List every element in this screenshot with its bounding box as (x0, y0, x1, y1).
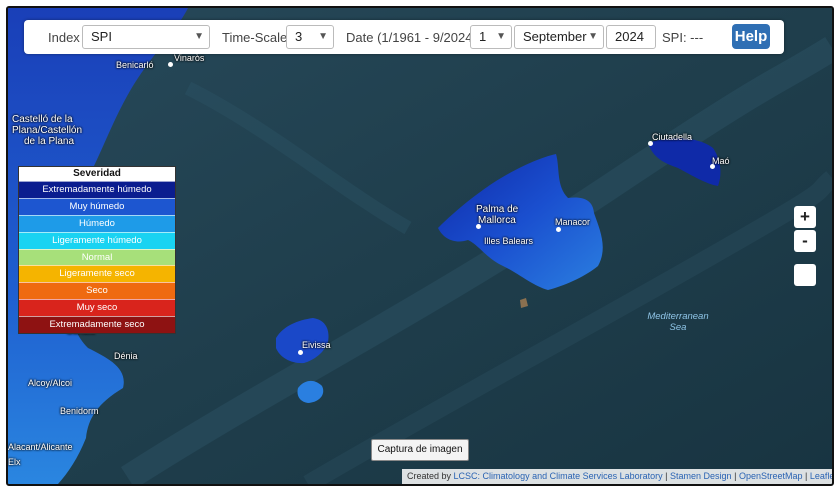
chevron-down-icon: ▼ (318, 31, 328, 42)
attribution-prefix: Created by (407, 471, 452, 481)
attribution-link-osm[interactable]: OpenStreetMap (739, 471, 803, 481)
legend-item: Ligeramente seco (19, 265, 175, 283)
legend-rows: Extremadamente húmedo Muy húmedo Húmedo Lig… (19, 181, 175, 334)
city-marker (710, 164, 715, 169)
legend-item: Ligeramente húmedo (19, 231, 175, 249)
place-label-alcoy: Alcoy/Alcoi (28, 378, 73, 388)
attribution-bar: Created by LCSC: Climatology and Climate… (402, 469, 832, 484)
legend-item: Extremadamente húmedo (19, 181, 175, 198)
attribution-link-lcsc[interactable]: LCSC: Climatology and Climate Services L… (454, 471, 663, 481)
place-label-denia: Dénia (114, 351, 138, 361)
zoom-in-button[interactable]: + (794, 206, 816, 228)
legend-item: Muy húmedo (19, 197, 175, 215)
index-label: Index (48, 30, 80, 45)
timescale-select[interactable]: 3 ▼ (286, 25, 334, 49)
city-marker (556, 227, 561, 232)
year-input[interactable]: 2024 (606, 25, 656, 49)
help-button[interactable]: Help (732, 24, 770, 49)
date-label: Date (1/1961 - 9/2024) (346, 30, 477, 45)
month-select[interactable]: September ▼ (514, 25, 604, 49)
city-marker (298, 350, 303, 355)
capture-image-button[interactable]: Captura de imagen (371, 439, 469, 461)
place-label-castello-1: Castelló de la (12, 114, 73, 125)
spi-readout: SPI: --- (662, 30, 704, 45)
city-marker (476, 224, 481, 229)
city-marker (168, 62, 173, 67)
place-label-manacor: Manacor (555, 217, 591, 227)
attribution-separator: | (734, 471, 737, 481)
attribution-separator: | (805, 471, 808, 481)
chevron-down-icon: ▼ (496, 31, 506, 42)
place-label-eivissa: Eivissa (302, 340, 331, 350)
timescale-select-value: 3 (295, 29, 303, 44)
map-frame: Benicarló Vinaròs Castelló de la Plana/C… (6, 6, 834, 486)
attribution-link-stamen[interactable]: Stamen Design (670, 471, 732, 481)
severity-legend: Severidad Extremadamente húmedo Muy húmed… (18, 166, 176, 335)
legend-item: Muy seco (19, 299, 175, 317)
place-label-benidorm: Benidorm (60, 406, 99, 416)
zoom-out-button[interactable]: - (794, 230, 816, 252)
map-tool-button[interactable] (794, 264, 816, 286)
attribution-link-leaflet[interactable]: Leaflet (810, 471, 832, 481)
place-label-alacant: Alacant/Alicante (8, 442, 73, 452)
legend-item: Húmedo (19, 214, 175, 232)
place-label-benicarlo: Benicarló (116, 60, 154, 70)
place-label-castello-3: de la Plana (24, 136, 75, 147)
place-label-castello-2: Plana/Castellón (12, 125, 83, 136)
place-label-palma-1: Palma de (476, 204, 519, 215)
place-label-vinaros: Vinaròs (174, 53, 205, 63)
place-label-ciutadella: Ciutadella (652, 132, 693, 142)
legend-item: Seco (19, 282, 175, 300)
chevron-down-icon: ▼ (588, 31, 598, 42)
year-input-value: 2024 (615, 29, 644, 44)
place-label-elx: Elx (8, 457, 21, 467)
timescale-label: Time-Scale (222, 30, 288, 45)
month-select-value: September (523, 29, 587, 44)
sea-label-line-1: Mediterranean (647, 311, 709, 322)
chevron-down-icon: ▼ (194, 31, 204, 42)
control-bar: Index SPI ▼ Time-Scale 3 ▼ Date (1/1961 … (24, 20, 784, 54)
legend-item: Normal (19, 248, 175, 266)
legend-title: Severidad (73, 168, 121, 179)
place-label-palma-2: Mallorca (478, 215, 516, 226)
index-select-value: SPI (91, 29, 112, 44)
attribution-separator: | (665, 471, 668, 481)
place-label-illes-balears: Illes Balears (484, 236, 534, 246)
day-select-value: 1 (479, 29, 487, 44)
index-select[interactable]: SPI ▼ (82, 25, 210, 49)
sea-label: Mediterranean Sea (638, 311, 718, 333)
city-marker (648, 141, 653, 146)
day-select[interactable]: 1 ▼ (470, 25, 512, 49)
sea-label-line-2: Sea (669, 322, 687, 333)
legend-item: Extremadamente seco (19, 316, 175, 334)
